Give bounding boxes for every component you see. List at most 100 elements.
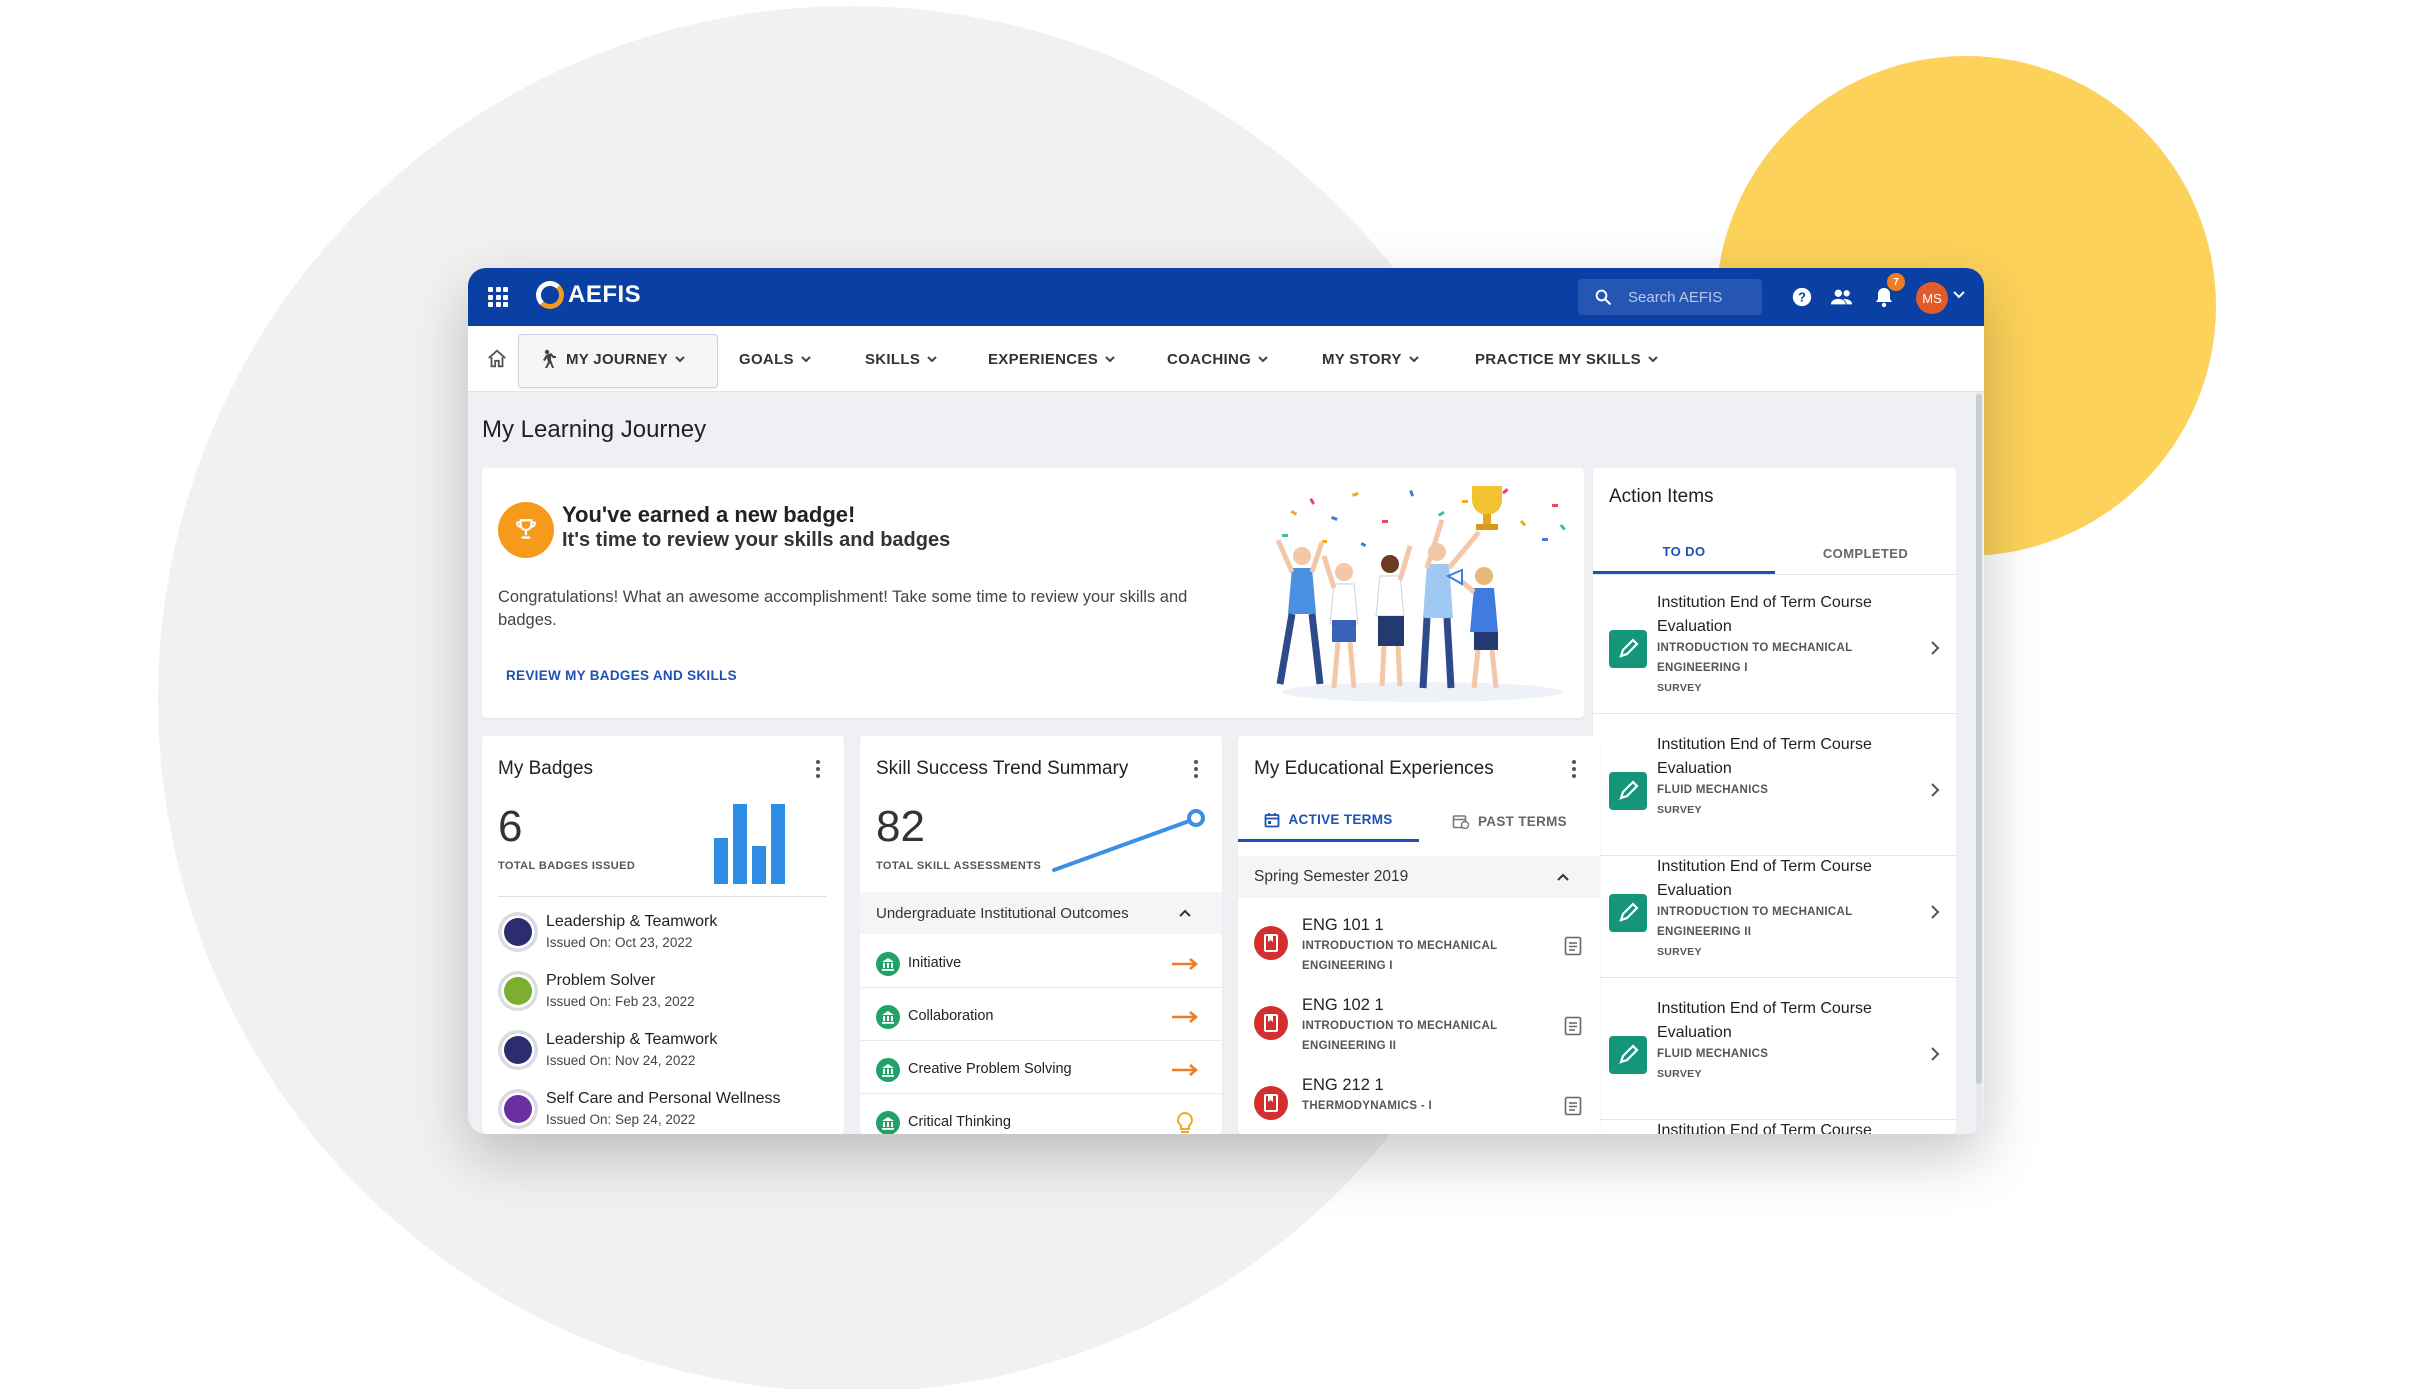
apps-grid-icon[interactable] bbox=[488, 287, 508, 307]
course-book-icon bbox=[1254, 1086, 1288, 1120]
list-item[interactable]: Institution End of Term Course Evaluation… bbox=[1593, 580, 1956, 714]
app-logo[interactable]: AEFIS bbox=[536, 281, 641, 309]
lightbulb-icon bbox=[1170, 1111, 1200, 1134]
badge-name: Problem Solver bbox=[546, 972, 656, 989]
my-badges-card: My Badges 6 TOTAL BADGES ISSUED Leadersh… bbox=[482, 736, 844, 1134]
list-item[interactable]: ENG 102 1 INTRODUCTION TO MECHANICAL ENGIN… bbox=[1238, 988, 1600, 1062]
list-item[interactable]: ENG 212 1 THERMODYNAMICS - I bbox=[1238, 1068, 1600, 1134]
more-options-icon[interactable] bbox=[1572, 760, 1576, 778]
outcomes-section-label: Undergraduate Institutional Outcomes bbox=[876, 904, 1129, 922]
nav-item-goals[interactable]: GOALS bbox=[739, 326, 812, 392]
tab-to-do[interactable]: TO DO bbox=[1593, 532, 1775, 574]
chevron-down-icon bbox=[1408, 356, 1419, 363]
skill-label: Critical Thinking bbox=[908, 1114, 1011, 1130]
list-item[interactable]: Self Care and Personal Wellness Issued On… bbox=[498, 1087, 828, 1134]
nav-item-coaching[interactable]: COACHING bbox=[1167, 326, 1269, 392]
nav-label: MY STORY bbox=[1322, 350, 1402, 368]
search-icon bbox=[1595, 289, 1611, 305]
nav-label: COACHING bbox=[1167, 350, 1252, 368]
action-item-title: Evaluation bbox=[1657, 618, 1732, 635]
list-item[interactable]: Institution End of Term Course Evaluation… bbox=[1593, 986, 1956, 1120]
action-item-course: INTRODUCTION TO MECHANICAL bbox=[1657, 642, 1853, 654]
document-icon[interactable] bbox=[1564, 1096, 1582, 1116]
chevron-right-icon[interactable] bbox=[1929, 904, 1941, 920]
people-icon[interactable] bbox=[1830, 285, 1854, 309]
chevron-down-icon[interactable] bbox=[1952, 288, 1966, 302]
document-icon[interactable] bbox=[1564, 1016, 1582, 1036]
svg-text:?: ? bbox=[1798, 290, 1806, 305]
outcomes-section-header[interactable]: Undergraduate Institutional Outcomes bbox=[860, 892, 1222, 934]
chevron-down-icon bbox=[1105, 356, 1115, 363]
more-options-icon[interactable] bbox=[816, 760, 820, 778]
list-item[interactable]: Initiative bbox=[860, 940, 1222, 988]
list-item[interactable]: Critical Thinking bbox=[860, 1099, 1222, 1134]
list-item[interactable]: Leadership & Teamwork Issued On: Oct 23, … bbox=[498, 910, 828, 960]
nav-item-skills[interactable]: SKILLS bbox=[865, 326, 938, 392]
chevron-right-icon[interactable] bbox=[1929, 1046, 1941, 1062]
logo-text: AEFIS bbox=[568, 281, 642, 308]
chevron-up-icon[interactable] bbox=[1556, 872, 1570, 882]
home-icon[interactable] bbox=[486, 348, 508, 370]
tab-past-terms[interactable]: PAST TERMS bbox=[1419, 800, 1600, 842]
review-badges-link[interactable]: REVIEW MY BADGES AND SKILLS bbox=[506, 668, 737, 683]
badge-medal-icon bbox=[498, 1030, 538, 1070]
badge-bar bbox=[714, 838, 728, 884]
divider bbox=[498, 896, 826, 897]
badge-medal-icon bbox=[498, 912, 538, 952]
course-code: ENG 101 1 bbox=[1302, 916, 1384, 934]
notification-count-badge: 7 bbox=[1887, 273, 1905, 291]
chevron-up-icon[interactable] bbox=[1178, 908, 1192, 918]
chevron-right-icon[interactable] bbox=[1929, 782, 1941, 798]
nav-item-my-journey[interactable]: MY JOURNEY bbox=[538, 326, 686, 392]
list-item[interactable]: ENG 101 1 INTRODUCTION TO MECHANICAL ENGIN… bbox=[1238, 908, 1600, 982]
more-options-icon[interactable] bbox=[1194, 760, 1198, 778]
action-item-title: Evaluation bbox=[1657, 882, 1732, 899]
total-assessments-label: TOTAL SKILL ASSESSMENTS bbox=[876, 860, 1042, 872]
chevron-right-icon[interactable] bbox=[1929, 640, 1941, 656]
list-item[interactable]: Creative Problem Solving bbox=[860, 1046, 1222, 1094]
user-avatar[interactable]: MS bbox=[1916, 282, 1948, 314]
search-box[interactable]: Search AEFIS bbox=[1578, 279, 1762, 315]
tab-label: PAST TERMS bbox=[1477, 813, 1567, 829]
institution-icon bbox=[876, 1111, 900, 1134]
page-title: My Learning Journey bbox=[482, 416, 707, 443]
badge-issued-date: Issued On: Feb 23, 2022 bbox=[546, 994, 695, 1009]
page-scrollbar-thumb[interactable] bbox=[1976, 394, 1982, 1084]
action-item-course: ENGINEERING II bbox=[1657, 926, 1752, 938]
document-icon[interactable] bbox=[1564, 936, 1582, 956]
list-item[interactable]: Problem Solver Issued On: Feb 23, 2022 bbox=[498, 969, 828, 1019]
nav-item-practice-my-skills[interactable]: PRACTICE MY SKILLS bbox=[1475, 326, 1659, 392]
logo-ring-icon bbox=[536, 281, 564, 309]
badge-issued-date: Issued On: Oct 23, 2022 bbox=[546, 935, 693, 950]
chevron-down-icon bbox=[801, 356, 811, 363]
badge-medal-icon bbox=[498, 1089, 538, 1129]
skill-label: Collaboration bbox=[908, 1008, 994, 1024]
nav-label: PRACTICE MY SKILLS bbox=[1475, 350, 1641, 368]
list-item[interactable]: Institution End of Term Course bbox=[1593, 1108, 1956, 1134]
semester-header[interactable]: Spring Semester 2019 bbox=[1238, 856, 1600, 898]
list-item[interactable]: Institution End of Term Course Evaluation… bbox=[1593, 844, 1956, 978]
action-item-title: Institution End of Term Course bbox=[1657, 736, 1872, 753]
chevron-down-icon bbox=[1258, 356, 1268, 363]
calendar-history-icon bbox=[1452, 815, 1470, 829]
skill-trend-card: Skill Success Trend Summary 82 TOTAL SKI… bbox=[860, 736, 1222, 1134]
tab-divider bbox=[1593, 574, 1956, 575]
banner-body: Congratulations! What an awesome accompl… bbox=[498, 588, 1188, 629]
list-item[interactable]: Collaboration bbox=[860, 993, 1222, 1041]
nav-label: EXPERIENCES bbox=[988, 350, 1098, 368]
action-item-type: SURVEY bbox=[1657, 946, 1702, 958]
total-assessments-count: 82 bbox=[876, 802, 925, 851]
institution-icon bbox=[876, 1058, 900, 1082]
list-item[interactable]: Leadership & Teamwork Issued On: Nov 24, … bbox=[498, 1028, 828, 1078]
edit-pencil-icon bbox=[1609, 894, 1647, 932]
action-item-title: Institution End of Term Course bbox=[1657, 1122, 1872, 1134]
tab-completed[interactable]: COMPLETED bbox=[1775, 532, 1956, 574]
nav-item-experiences[interactable]: EXPERIENCES bbox=[988, 326, 1116, 392]
tab-active-terms[interactable]: ACTIVE TERMS bbox=[1238, 800, 1419, 842]
list-item[interactable]: Institution End of Term Course Evaluation… bbox=[1593, 722, 1956, 856]
action-item-title: Institution End of Term Course bbox=[1657, 1000, 1872, 1017]
badge-name: Leadership & Teamwork bbox=[546, 913, 718, 930]
help-icon[interactable]: ? bbox=[1790, 285, 1814, 309]
walking-person-icon bbox=[543, 349, 556, 368]
nav-item-my-story[interactable]: MY STORY bbox=[1322, 326, 1420, 392]
